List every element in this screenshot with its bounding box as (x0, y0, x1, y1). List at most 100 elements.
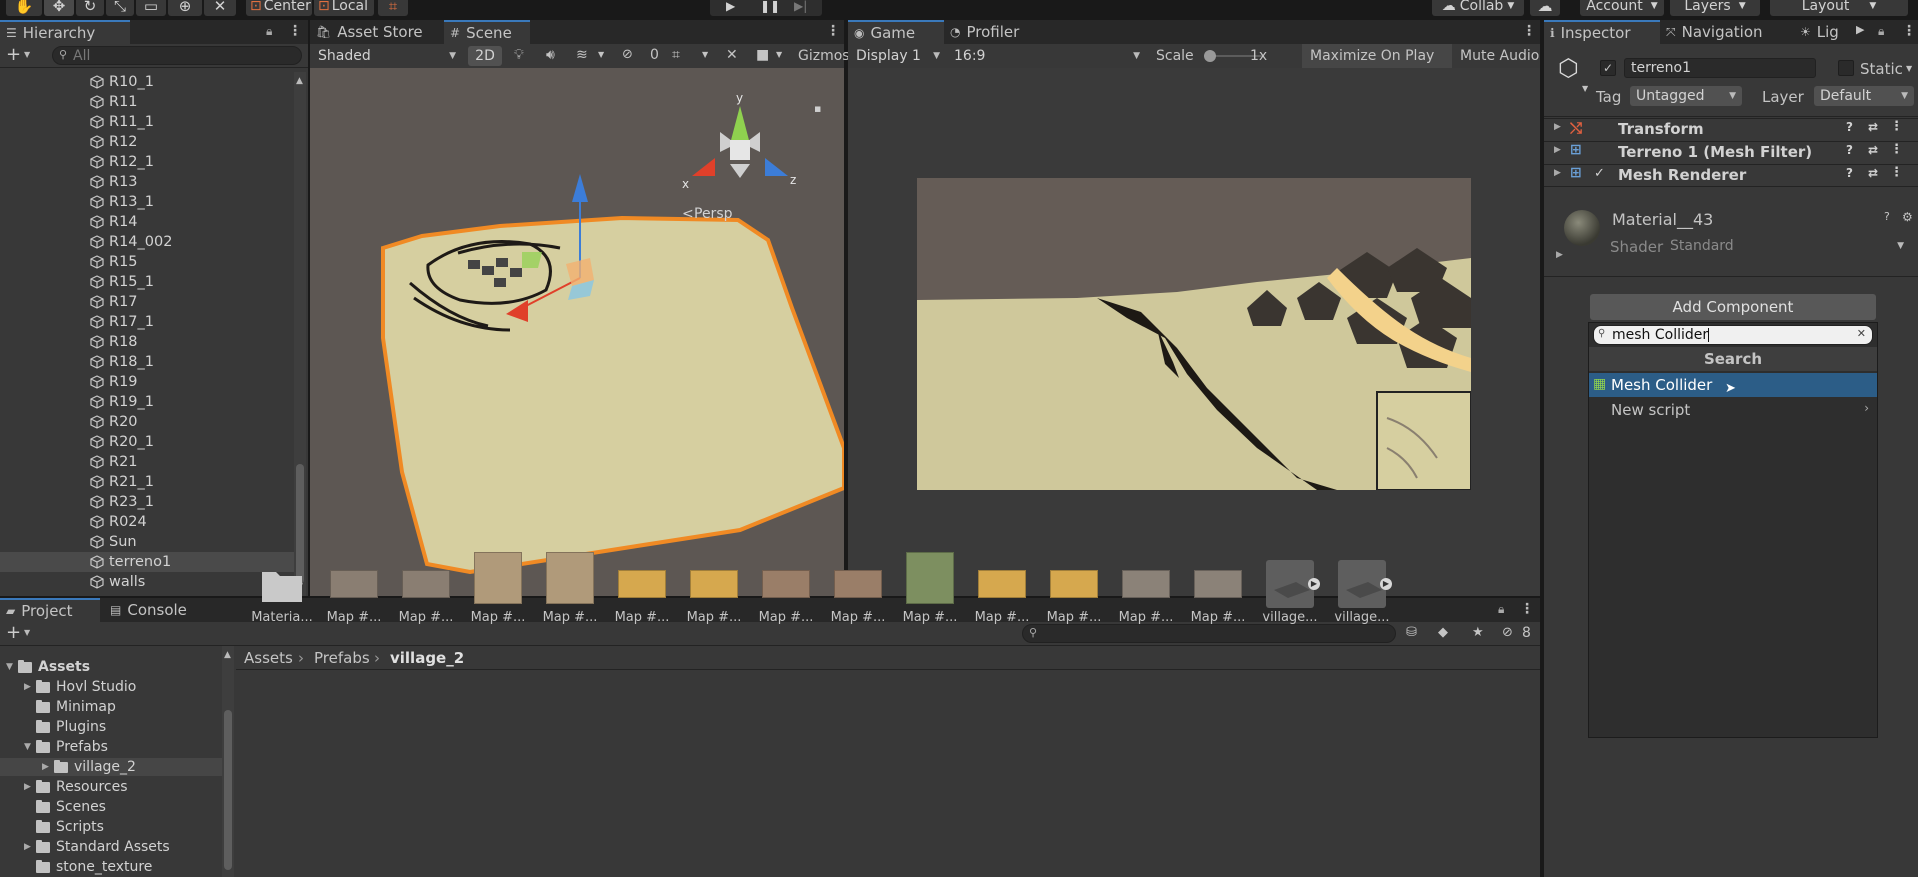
grid-chevron-icon[interactable]: ▼ (702, 50, 708, 59)
hierarchy-item[interactable]: R18 (0, 332, 294, 352)
tree-scroll-thumb[interactable] (224, 710, 232, 870)
asset-label[interactable]: Map #... (1115, 610, 1177, 625)
breadcrumb-prefabs[interactable]: Prefabs (314, 649, 370, 667)
presets-icon[interactable]: ⇄ (1868, 166, 1878, 180)
folder-item[interactable]: ▶ village_2 (0, 758, 222, 776)
tab-hierarchy[interactable]: ☰ Hierarchy (0, 20, 130, 44)
move-tool-icon[interactable]: ✥ (44, 0, 74, 16)
folder-item[interactable]: Minimap (0, 698, 222, 716)
scene-viewport[interactable]: y x z ▪ < Persp (310, 68, 844, 596)
add-object-button[interactable]: + (6, 44, 21, 65)
folder-item[interactable]: ▼ Assets (0, 658, 222, 676)
hierarchy-item[interactable]: R20_1 (0, 432, 294, 452)
scale-tool-icon[interactable]: ⤡ (106, 0, 134, 16)
layout-dropdown[interactable]: Layout ▼ (1770, 0, 1908, 16)
cloud-icon[interactable]: ☁ (1530, 0, 1560, 16)
create-button[interactable]: + (6, 622, 21, 643)
component-transform[interactable]: ▶ ⤭ Transform ? ⇄ ⋮ (1544, 118, 1918, 140)
tab-asset-store[interactable]: 🛍︎ Asset Store (310, 20, 444, 44)
folder-item[interactable]: Scripts (0, 818, 222, 836)
asset-label[interactable]: Map #... (899, 610, 961, 625)
asset-label[interactable]: Map #... (539, 610, 601, 625)
effects-toggle-icon[interactable]: ≋ (576, 47, 588, 63)
add-component-button[interactable]: Add Component (1590, 294, 1876, 320)
asset-texture-thumbnail[interactable] (1194, 570, 1242, 598)
folder-item[interactable]: ▶ Standard Assets (0, 838, 222, 856)
game-viewport[interactable] (917, 178, 1471, 490)
asset-texture-thumbnail[interactable] (690, 570, 738, 598)
layers-dropdown[interactable]: Layers ▼ (1670, 0, 1760, 16)
breadcrumb-assets[interactable]: Assets (244, 649, 293, 667)
tab-project[interactable]: ▰ Project (0, 598, 100, 622)
expand-prefab-icon[interactable]: ▶ (1308, 578, 1320, 590)
hierarchy-item[interactable]: R12_1 (0, 152, 294, 172)
transform-tool-icon[interactable]: ⊕ (168, 0, 202, 16)
help-icon[interactable]: ? (1846, 120, 1853, 134)
clear-search-icon[interactable]: ✕ (1857, 327, 1866, 340)
asset-label[interactable]: Map #... (323, 610, 385, 625)
pivot-center-button[interactable]: ⊡ Center (246, 0, 312, 16)
maximize-on-play-toggle[interactable]: Maximize On Play (1302, 44, 1452, 68)
asset-folder-icon[interactable] (258, 560, 306, 608)
folder-item[interactable]: ▶ Resources (0, 778, 222, 796)
hierarchy-item[interactable]: R21 (0, 452, 294, 472)
asset-label[interactable]: Materia... (251, 610, 313, 625)
gizmo-lock-icon[interactable]: ▪ (814, 102, 821, 115)
object-name-field[interactable]: terreno1 (1624, 58, 1816, 78)
hierarchy-item[interactable]: R19 (0, 372, 294, 392)
tab-inspector[interactable]: ℹ Inspector (1544, 20, 1660, 44)
project-lock-icon[interactable]: 🔒︎ (1498, 602, 1504, 617)
2d-toggle-button[interactable]: 2D (468, 46, 502, 66)
asset-texture-thumbnail[interactable] (546, 552, 594, 604)
asset-texture-thumbnail[interactable] (834, 570, 882, 598)
camera-icon[interactable]: ■ (756, 47, 769, 63)
material-help-icon[interactable]: ? (1884, 210, 1890, 223)
breadcrumb-village[interactable]: village_2 (390, 649, 464, 667)
game-menu-icon[interactable]: ⋮ (1522, 23, 1536, 39)
tab-profiler[interactable]: ◔ Profiler (944, 20, 1044, 44)
static-chevron-icon[interactable]: ▼ (1906, 64, 1912, 73)
create-chevron-icon[interactable]: ▼ (24, 628, 30, 637)
hierarchy-item[interactable]: R11 (0, 92, 294, 112)
rect-tool-icon[interactable]: ▭ (136, 0, 166, 16)
camera-chevron-icon[interactable]: ▼ (776, 50, 782, 59)
hierarchy-menu-icon[interactable]: ⋮ (288, 23, 302, 39)
tab-lighting[interactable]: ☀ Lig (1794, 20, 1854, 44)
collapsed-chevron-icon[interactable]: ▶ (24, 842, 36, 852)
hierarchy-item[interactable]: R19_1 (0, 392, 294, 412)
asset-texture-thumbnail[interactable] (1122, 570, 1170, 598)
asset-label[interactable]: Map #... (611, 610, 673, 625)
asset-label[interactable]: Map #... (683, 610, 745, 625)
folder-item[interactable]: stone_texture (0, 858, 222, 876)
material-settings-icon[interactable]: ⚙ (1902, 210, 1913, 224)
asset-prefab-thumbnail[interactable]: ▶ (1266, 560, 1320, 608)
hierarchy-item[interactable]: R15_1 (0, 272, 294, 292)
hierarchy-item[interactable]: R14 (0, 212, 294, 232)
project-menu-icon[interactable]: ⋮ (1520, 601, 1534, 617)
step-icon[interactable]: ▶| (794, 0, 807, 13)
active-checkbox[interactable]: ✓ (1600, 60, 1616, 76)
pause-icon[interactable]: ❚❚ (760, 0, 780, 13)
hierarchy-search-input[interactable]: ⚲ All (52, 46, 302, 65)
renderer-enabled-checkbox[interactable]: ✓ (1594, 166, 1605, 181)
asset-prefab-thumbnail[interactable]: ▶ (1338, 560, 1392, 608)
folder-item[interactable]: Scenes (0, 798, 222, 816)
component-mesh-renderer[interactable]: ▶ ⊞ ✓ Mesh Renderer ? ⇄ ⋮ (1544, 164, 1918, 186)
component-search-input[interactable]: ⚲ mesh Collider ✕ (1593, 325, 1873, 345)
gizmos-dropdown[interactable]: Gizmos (798, 48, 850, 64)
result-mesh-collider[interactable]: ▦ Mesh Collider ➤ (1589, 373, 1877, 397)
tree-scrollbar[interactable]: ▲ (222, 646, 234, 877)
hierarchy-item[interactable]: R21_1 (0, 472, 294, 492)
add-chevron-icon[interactable]: ▼ (24, 50, 30, 59)
effects-chevron-icon[interactable]: ▼ (598, 50, 604, 59)
display-dropdown[interactable]: Display 1 ▼ (850, 46, 946, 66)
asset-texture-thumbnail[interactable] (474, 552, 522, 604)
asset-label[interactable]: Map #... (395, 610, 457, 625)
asset-texture-thumbnail[interactable] (762, 570, 810, 598)
account-dropdown[interactable]: Account ▼ (1580, 0, 1664, 16)
icon-chevron-icon[interactable]: ▼ (1582, 84, 1588, 93)
collapsed-chevron-icon[interactable]: ▶ (42, 762, 54, 772)
presets-icon[interactable]: ⇄ (1868, 120, 1878, 134)
asset-label[interactable]: village... (1259, 610, 1321, 625)
component-menu-icon[interactable]: ⋮ (1890, 142, 1903, 157)
